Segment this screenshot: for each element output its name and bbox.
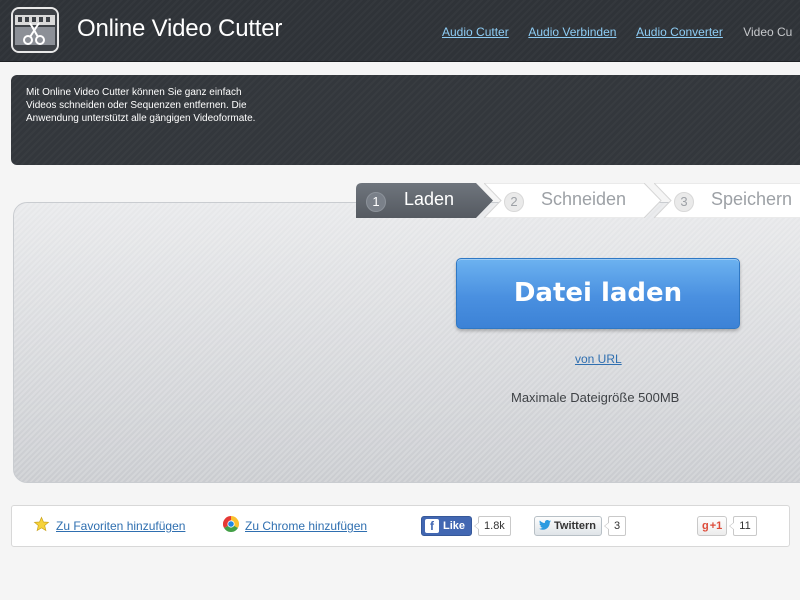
add-chrome-link[interactable]: Zu Chrome hinzufügen	[245, 519, 367, 533]
twitter-bird-icon	[539, 519, 551, 533]
top-nav: Audio Cutter Audio Verbinden Audio Conve…	[442, 25, 792, 39]
facebook-like-count: 1.8k	[474, 516, 511, 536]
facebook-like-label: Like	[443, 520, 466, 532]
step-label: Speichern	[711, 189, 793, 209]
step-speichern[interactable]: 3 Speichern	[654, 183, 800, 218]
add-chrome-item[interactable]: Zu Chrome hinzufügen	[222, 506, 367, 546]
upload-panel	[13, 202, 800, 483]
step-schneiden[interactable]: 2 Schneiden	[484, 183, 662, 218]
step-number: 3	[674, 192, 694, 212]
add-favorites-item[interactable]: Zu Favoriten hinzufügen	[33, 506, 185, 546]
facebook-like-widget: f Like 1.8k	[421, 506, 511, 546]
intro-text: Mit Online Video Cutter können Sie ganz …	[26, 87, 256, 124]
step-label: Laden	[404, 189, 455, 209]
gplus-button[interactable]: g +1	[697, 516, 728, 536]
chrome-icon	[222, 516, 240, 536]
twitter-button[interactable]: Twittern	[534, 516, 602, 536]
nav-link-audio-verbinden[interactable]: Audio Verbinden	[528, 25, 616, 39]
step-laden[interactable]: 1 Laden	[356, 183, 494, 218]
step-label: Schneiden	[541, 189, 627, 209]
twitter-label: Twittern	[554, 520, 596, 532]
twitter-count: 3	[603, 516, 627, 536]
facebook-icon: f	[425, 519, 439, 533]
step-indicator: 1 Laden 2 Schneiden 3 Speichern	[356, 183, 800, 218]
max-file-size-note: Maximale Dateigröße 500MB	[511, 390, 680, 405]
gplus-icon: g	[702, 520, 709, 532]
from-url-link[interactable]: von URL	[575, 352, 622, 366]
step-number: 2	[504, 192, 524, 212]
facebook-like-button[interactable]: f Like	[421, 516, 473, 536]
gplus-count: 11	[729, 516, 757, 536]
intro-box: Mit Online Video Cutter können Sie ganz …	[11, 75, 800, 165]
upload-file-button[interactable]: Datei laden	[456, 258, 740, 329]
nav-current-video-cutter[interactable]: Video Cu	[743, 25, 792, 39]
twitter-widget: Twittern 3	[534, 506, 627, 546]
gplus-label: +1	[709, 520, 723, 532]
film-scissors-logo-icon[interactable]	[11, 7, 59, 53]
top-header: Online Video Cutter Audio Cutter Audio V…	[0, 0, 800, 62]
star-icon	[33, 516, 50, 536]
step-number: 1	[366, 192, 386, 212]
nav-link-audio-cutter[interactable]: Audio Cutter	[442, 25, 509, 39]
nav-link-audio-converter[interactable]: Audio Converter	[636, 25, 723, 39]
add-favorites-link[interactable]: Zu Favoriten hinzufügen	[56, 519, 185, 533]
share-bar: Zu Favoriten hinzufügen Zu Chrome hinzuf…	[11, 505, 790, 547]
app-title: Online Video Cutter	[77, 15, 283, 42]
gplus-widget: g +1 11	[697, 506, 757, 546]
